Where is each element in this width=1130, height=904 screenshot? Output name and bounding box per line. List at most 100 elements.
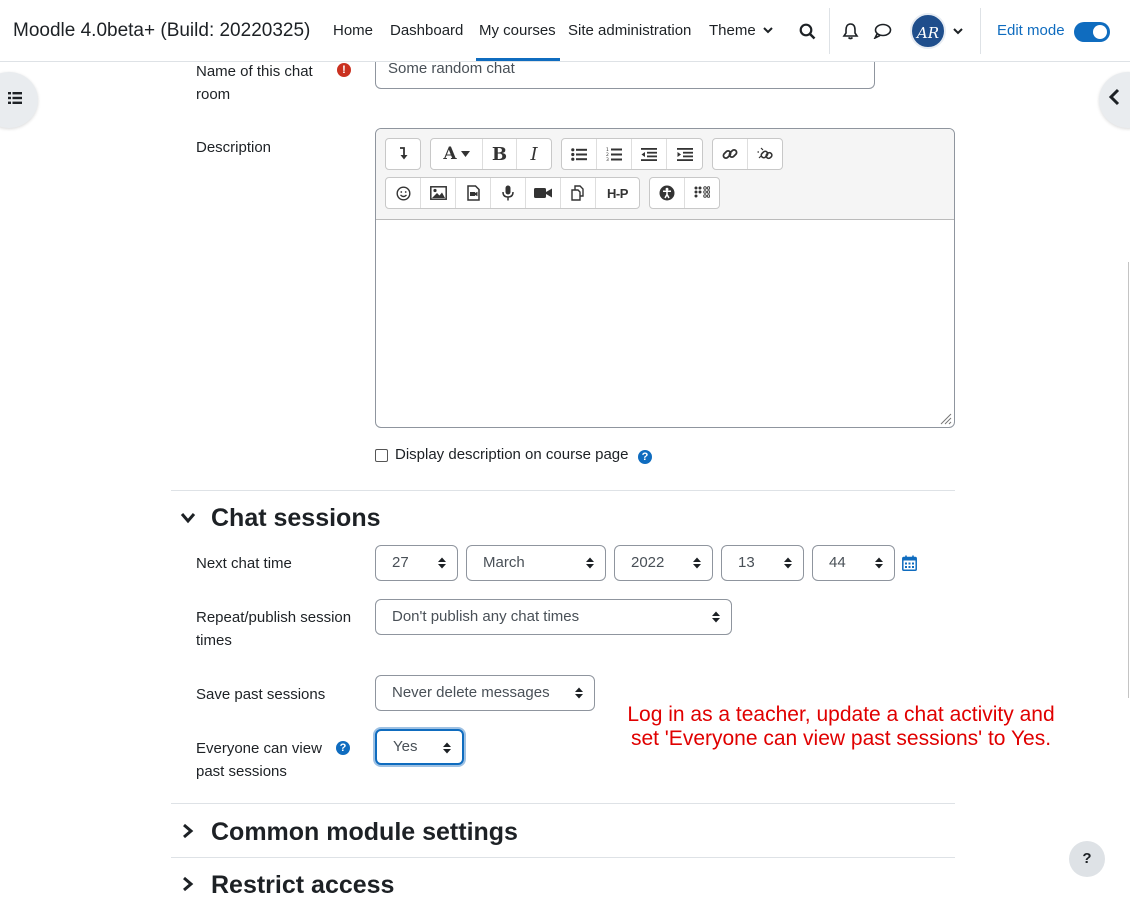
chevron-down-icon[interactable] <box>180 512 196 524</box>
section-title-restrict-access[interactable]: Restrict access <box>211 871 394 900</box>
minute-select[interactable]: 44 <box>812 545 895 581</box>
year-value: 2022 <box>631 554 665 571</box>
editor-toolbar: A B I 123 H-P <box>376 129 954 220</box>
chevron-right-icon[interactable] <box>182 823 194 839</box>
accessibility-checker-icon[interactable] <box>650 178 685 208</box>
h5p-icon[interactable]: H-P <box>596 178 639 208</box>
everyone-view-label: Everyone can view past sessions <box>196 740 322 780</box>
description-label: Description <box>196 139 272 156</box>
everyone-view-select[interactable]: Yes <box>375 729 464 765</box>
description-editor: A B I 123 H-P <box>375 128 955 428</box>
navbar-divider <box>829 8 830 54</box>
active-nav-indicator <box>476 58 560 61</box>
toolbar-group-insert <box>385 138 421 170</box>
instruction-annotation: Log in as a teacher, update a chat activ… <box>627 703 1055 750</box>
nav-dashboard[interactable]: Dashboard <box>390 22 463 39</box>
italic-icon[interactable]: I <box>517 139 551 169</box>
select-arrows-icon <box>693 557 701 569</box>
indent-icon[interactable] <box>667 139 702 169</box>
section-title-common-module-settings[interactable]: Common module settings <box>211 818 518 847</box>
chat-name-label: Name of this chat room <box>196 63 313 103</box>
hour-value: 13 <box>738 554 755 571</box>
select-arrows-icon <box>784 557 792 569</box>
page-scrollbar[interactable] <box>1128 262 1129 698</box>
top-navbar: Moodle 4.0beta+ (Build: 20220325) Home D… <box>0 0 1130 62</box>
repeat-publish-label: Repeat/publish session times <box>196 609 352 649</box>
display-description-label: Display description on course page <box>395 446 629 463</box>
repeat-publish-value: Don't publish any chat times <box>392 608 580 625</box>
font-glyph: A <box>443 144 457 164</box>
nav-my-courses[interactable]: My courses <box>479 22 556 39</box>
toolbar-group-insert-media: H-P <box>385 177 640 209</box>
next-chat-time-label: Next chat time <box>196 555 292 572</box>
chevron-left-icon <box>1108 88 1120 106</box>
toolbar-group-style: A B I <box>430 138 552 170</box>
record-video-icon[interactable] <box>526 178 561 208</box>
svg-text:3: 3 <box>606 157 609 161</box>
minute-value: 44 <box>829 554 846 571</box>
user-menu-chevron-down-icon[interactable] <box>953 27 963 35</box>
year-select[interactable]: 2022 <box>614 545 713 581</box>
calendar-icon[interactable] <box>902 555 917 571</box>
font-color-icon[interactable]: A <box>431 139 483 169</box>
resize-handle-icon[interactable] <box>940 413 952 425</box>
save-past-sessions-select[interactable]: Never delete messages <box>375 675 595 711</box>
edit-mode-toggle[interactable] <box>1074 22 1110 42</box>
hour-select[interactable]: 13 <box>721 545 804 581</box>
required-icon: ! <box>337 63 351 77</box>
unordered-list-icon[interactable] <box>562 139 597 169</box>
day-select[interactable]: 27 <box>375 545 458 581</box>
bold-icon[interactable]: B <box>483 139 517 169</box>
nav-theme-label: Theme <box>709 22 756 39</box>
everyone-view-value: Yes <box>393 738 418 755</box>
select-arrows-icon <box>712 611 720 623</box>
link-icon[interactable] <box>713 139 748 169</box>
select-arrows-icon <box>438 557 446 569</box>
month-value: March <box>483 554 525 571</box>
help-icon[interactable]: ? <box>336 741 350 755</box>
manage-files-icon[interactable] <box>561 178 596 208</box>
nav-site-administration[interactable]: Site administration <box>568 22 691 39</box>
user-avatar[interactable]: AR <box>910 13 946 49</box>
month-select[interactable]: March <box>466 545 606 581</box>
insert-icon[interactable] <box>386 139 420 169</box>
save-past-sessions-label: Save past sessions <box>196 686 326 703</box>
ordered-list-icon[interactable]: 123 <box>597 139 632 169</box>
image-icon[interactable] <box>421 178 456 208</box>
save-past-sessions-value: Never delete messages <box>392 684 550 701</box>
select-arrows-icon <box>875 557 883 569</box>
nav-home[interactable]: Home <box>333 22 373 39</box>
unlink-icon[interactable] <box>748 139 783 169</box>
toolbar-group-accessibility <box>649 177 720 209</box>
chevron-right-icon[interactable] <box>182 876 194 892</box>
screenreader-helper-icon[interactable] <box>685 178 720 208</box>
select-arrows-icon <box>443 742 451 754</box>
media-icon[interactable] <box>456 178 491 208</box>
chevron-down-icon <box>763 27 773 34</box>
outdent-icon[interactable] <box>632 139 667 169</box>
edit-mode-label: Edit mode <box>997 22 1065 39</box>
record-audio-icon[interactable] <box>491 178 526 208</box>
messages-chat-icon[interactable] <box>873 23 892 39</box>
section-divider <box>171 803 955 804</box>
list-icon <box>8 92 22 104</box>
day-value: 27 <box>392 554 409 571</box>
repeat-publish-select[interactable]: Don't publish any chat times <box>375 599 732 635</box>
search-icon[interactable] <box>799 23 816 40</box>
display-description-checkbox[interactable] <box>375 449 388 462</box>
course-index-drawer-toggle[interactable] <box>0 72 38 128</box>
navbar-divider <box>980 8 981 54</box>
toolbar-group-lists: 123 <box>561 138 703 170</box>
select-arrows-icon <box>586 557 594 569</box>
help-footer-button[interactable]: ? <box>1069 841 1105 877</box>
site-name[interactable]: Moodle 4.0beta+ (Build: 20220325) <box>13 20 310 42</box>
nav-theme[interactable]: Theme <box>709 22 773 39</box>
notifications-bell-icon[interactable] <box>842 22 859 40</box>
block-drawer-toggle[interactable] <box>1099 72 1130 128</box>
section-divider <box>171 490 955 491</box>
select-arrows-icon <box>575 687 583 699</box>
help-icon[interactable]: ? <box>638 450 652 464</box>
section-divider <box>171 857 955 858</box>
emoji-icon[interactable] <box>386 178 421 208</box>
section-title-chat-sessions[interactable]: Chat sessions <box>211 504 381 533</box>
